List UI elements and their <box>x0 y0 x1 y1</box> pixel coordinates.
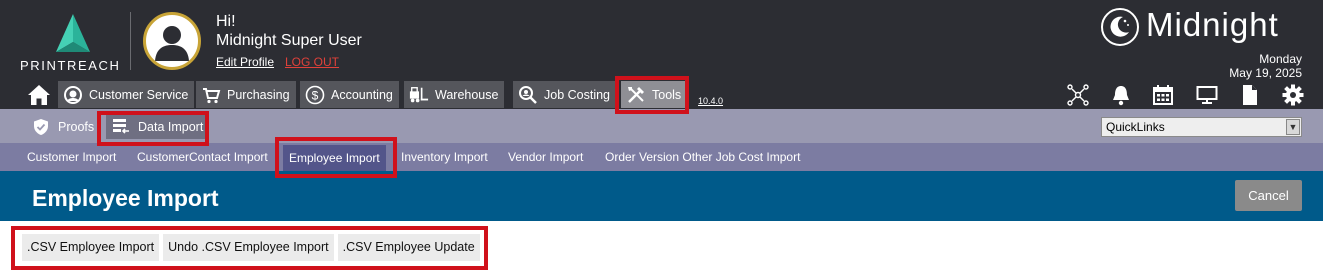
printreach-logo-icon <box>56 14 90 52</box>
edit-profile-link[interactable]: Edit Profile <box>216 55 274 69</box>
page-title-bar: Employee Import Cancel <box>0 171 1323 221</box>
customer-service-icon <box>63 85 83 105</box>
logout-link[interactable]: LOG OUT <box>285 55 339 69</box>
date-full: May 19, 2025 <box>1229 66 1302 80</box>
sub-nav-label: Proofs <box>58 120 95 134</box>
shield-icon <box>32 118 50 136</box>
tab-vendor-import[interactable]: Vendor Import <box>508 143 583 171</box>
tab-customer-import[interactable]: Customer Import <box>27 143 116 171</box>
forklift-icon <box>409 85 429 105</box>
nav-tab-label: Purchasing <box>227 87 290 102</box>
app-header: PRINTREACH Hi! Midnight Super User Edit … <box>0 0 1323 109</box>
tab-employee-import[interactable]: Employee Import <box>283 145 386 171</box>
quicklinks-value: QuickLinks <box>1106 120 1165 134</box>
gear-icon[interactable] <box>1282 84 1304 106</box>
tab-order-version-other-job-cost-import[interactable]: Order Version Other Job Cost Import <box>605 143 800 171</box>
magnifier-icon <box>518 85 538 105</box>
user-silhouette-icon <box>155 26 189 61</box>
chevron-down-icon: ▼ <box>1286 119 1300 135</box>
nav-tab-label: Job Costing <box>544 87 611 102</box>
nav-tab-customer-service[interactable]: Customer Service <box>58 81 195 108</box>
nav-tab-purchasing[interactable]: Purchasing <box>196 81 296 108</box>
sub-nav-data-import[interactable]: Data Import <box>106 115 210 139</box>
document-icon[interactable] <box>1239 84 1261 106</box>
nav-tab-label: Accounting <box>331 87 393 102</box>
csv-employee-import-button[interactable]: .CSV Employee Import <box>22 234 160 261</box>
network-icon[interactable] <box>1067 84 1089 106</box>
cart-icon <box>201 85 221 105</box>
bell-icon[interactable] <box>1110 84 1132 106</box>
nav-tab-label: Warehouse <box>435 87 499 102</box>
svg-text:$: $ <box>312 88 319 102</box>
tab-customercontact-import[interactable]: CustomerContact Import <box>137 143 268 171</box>
moon-stars-icon <box>1101 8 1139 46</box>
nav-tab-tools[interactable]: Tools <box>621 81 688 108</box>
tools-icon <box>626 85 646 105</box>
tab-inventory-import[interactable]: Inventory Import <box>401 143 488 171</box>
midnight-brand: Midnight <box>1101 6 1306 46</box>
nav-tab-job-costing[interactable]: Job Costing <box>513 81 617 108</box>
dollar-icon: $ <box>305 85 325 105</box>
import-actions: .CSV Employee Import Undo .CSV Employee … <box>22 234 484 261</box>
monitor-icon[interactable] <box>1196 84 1218 106</box>
brand-name: Midnight <box>1146 6 1279 43</box>
page-title: Employee Import <box>32 185 219 211</box>
avatar[interactable] <box>143 12 201 70</box>
csv-employee-update-button[interactable]: .CSV Employee Update <box>337 234 480 261</box>
printreach-logo[interactable]: PRINTREACH <box>20 14 124 73</box>
user-name: Midnight Super User <box>216 32 362 49</box>
home-icon[interactable] <box>27 84 51 106</box>
version-link[interactable]: 10.4.0 <box>698 96 723 106</box>
sub-nav-label: Data Import <box>138 120 204 134</box>
data-import-icon <box>112 118 130 136</box>
greeting: Hi! <box>216 13 236 30</box>
sub-nav-proofs[interactable]: Proofs <box>26 115 100 139</box>
header-divider <box>130 12 131 70</box>
nav-tab-accounting[interactable]: $ Accounting <box>300 81 399 108</box>
nav-tab-warehouse[interactable]: Warehouse <box>404 81 505 108</box>
nav-tab-label: Tools <box>652 87 682 102</box>
undo-csv-employee-import-button[interactable]: Undo .CSV Employee Import <box>163 234 334 261</box>
logo-text: PRINTREACH <box>20 58 121 73</box>
quicklinks-select[interactable]: QuickLinks ▼ <box>1101 117 1302 137</box>
cancel-button[interactable]: Cancel <box>1235 180 1302 211</box>
import-tab-bar: Customer Import CustomerContact Import E… <box>0 143 1323 171</box>
calendar-icon[interactable] <box>1152 84 1174 106</box>
nav-tab-label: Customer Service <box>89 87 189 102</box>
date-day: Monday <box>1259 52 1302 66</box>
